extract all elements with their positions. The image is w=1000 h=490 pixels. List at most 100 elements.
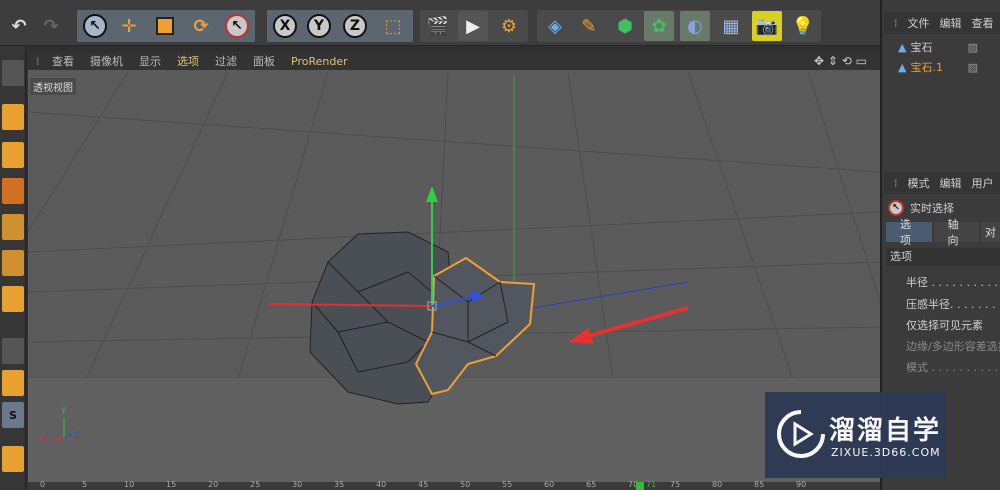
timeline-tick-label: 75 — [670, 480, 681, 489]
last-tool-button[interactable]: ↖ — [222, 11, 252, 41]
timeline-tick-label: 0 — [40, 480, 46, 489]
timeline-tick-label: 10 — [124, 480, 135, 489]
points-mode-icon[interactable] — [2, 214, 24, 240]
tweak-mode-icon[interactable] — [2, 370, 24, 396]
grip-icon: ⁞ — [894, 16, 898, 30]
object-name[interactable]: 宝石.1 — [910, 59, 943, 75]
prop-radius[interactable]: 半径 . . . . . . . . . . — [906, 274, 998, 290]
timeline-tick-label: 55 — [502, 480, 513, 489]
timeline-tick-label: 80 — [712, 480, 723, 489]
timeline-tick-label: 50 — [460, 480, 471, 489]
pen-spline-icon[interactable]: ✎ — [574, 11, 604, 41]
object-visibility-icon[interactable]: ▨ — [968, 41, 978, 54]
watermark-logo: 溜溜自学 ZIXUE.3D66.COM — [765, 392, 945, 478]
object-type-icon: ▲ — [898, 40, 907, 54]
y-axis-lock-button[interactable]: Y — [304, 11, 334, 41]
make-editable-icon[interactable] — [2, 60, 24, 86]
object-visibility-icon[interactable]: ▨ — [968, 61, 978, 74]
menu-panel[interactable]: 面板 — [245, 53, 283, 69]
z-axis-label: Z — [343, 14, 367, 38]
x-axis-label: X — [273, 14, 297, 38]
tab-axis[interactable]: 轴向 — [933, 218, 979, 247]
timeline-tick-label: 35 — [334, 480, 345, 489]
tab-more[interactable]: 对 — [981, 222, 1000, 242]
undo-icon[interactable]: ↶ — [4, 11, 34, 41]
y-axis-label: Y — [307, 14, 331, 38]
timeline-tick-label: 90 — [796, 480, 807, 489]
viewport-menu-bar: ⁞ 查看 摄像机 显示 选项 过滤 面板 ProRender — [28, 52, 880, 70]
om-menu-file[interactable]: 文件 — [908, 15, 930, 31]
timeline-ruler[interactable]: 0 5 10 15 20 25 30 35 40 45 50 55 60 65 70 75 80 85 90 71 — [28, 480, 880, 490]
grip-icon: ⁞ — [36, 54, 40, 68]
am-menu-mode[interactable]: 模式 — [908, 175, 930, 191]
axis-indicator-z-label: Z — [74, 431, 80, 441]
light-icon[interactable]: 💡 — [788, 11, 818, 41]
live-selection-icon: ↖ — [888, 200, 904, 216]
magnet-icon[interactable] — [2, 446, 24, 472]
perspective-viewport[interactable]: Y X Z — [28, 52, 880, 482]
snap-icon[interactable]: S — [2, 402, 24, 428]
polygons-mode-icon[interactable] — [2, 286, 24, 312]
subdivision-surface-icon[interactable]: ⬢ — [610, 11, 640, 41]
camera-icon[interactable]: 📷 — [752, 11, 782, 41]
render-view-icon[interactable]: 🎬 — [423, 11, 453, 41]
prop-mode[interactable]: 模式 . . . . . . . . . . — [906, 359, 998, 375]
tool-header: ↖ 实时选择 — [888, 200, 954, 216]
current-frame-label: 71 — [646, 480, 657, 489]
menu-view[interactable]: 查看 — [44, 53, 82, 69]
object-row-selected[interactable]: ▲ 宝石.1 ▨ — [886, 58, 998, 76]
timeline-tick-label: 30 — [292, 480, 303, 489]
prop-pressure-radius[interactable]: 压感半径. . . . . . . . — [906, 296, 1000, 312]
deformer-icon[interactable]: ◐ — [680, 11, 710, 41]
timeline-tick-label: 25 — [250, 480, 261, 489]
coordinate-system-icon[interactable]: ⬚ — [378, 11, 408, 41]
timeline-ticks: 0 5 10 15 20 25 30 35 40 45 50 55 60 65 70 75 80 85 90 71 — [28, 480, 880, 490]
timeline-tick-label: 45 — [418, 480, 429, 489]
menu-prorender[interactable]: ProRender — [283, 55, 356, 68]
timeline-tick-label: 5 — [82, 480, 88, 489]
om-menu-view[interactable]: 查看 — [972, 15, 994, 31]
attribute-manager-menu: ⁞ 模式 编辑 用户 — [884, 172, 1000, 194]
current-frame-marker[interactable] — [636, 482, 644, 490]
model-mode-icon[interactable] — [2, 104, 24, 130]
z-axis-lock-button[interactable]: Z — [340, 11, 370, 41]
timeline-tick-label: 85 — [754, 480, 765, 489]
x-axis-lock-button[interactable]: X — [270, 11, 300, 41]
prop-only-visible[interactable]: 仅选择可见元素 — [906, 317, 983, 333]
om-menu-edit[interactable]: 编辑 — [940, 15, 962, 31]
scale-tool-icon[interactable] — [150, 11, 180, 41]
am-menu-user[interactable]: 用户 — [972, 175, 994, 191]
object-name[interactable]: 宝石 — [910, 39, 932, 55]
object-row[interactable]: ▲ 宝石 ▨ — [886, 38, 998, 56]
workplane-icon[interactable] — [2, 178, 24, 204]
am-menu-edit[interactable]: 编辑 — [940, 175, 962, 191]
timeline-tick-label: 15 — [166, 480, 177, 489]
tab-options[interactable]: 选项 — [886, 218, 932, 247]
render-picture-viewer-icon[interactable]: ▶ — [458, 11, 488, 41]
floor-icon[interactable]: ▦ — [716, 11, 746, 41]
redo-icon[interactable]: ↷ — [36, 11, 66, 41]
viewport-label: 透视视图 — [30, 78, 76, 95]
timeline-tick-label: 65 — [586, 480, 597, 489]
axis-mode-icon[interactable] — [2, 338, 24, 364]
viewport-navigation-icons[interactable]: ✥ ⇕ ⟲ ▭ — [814, 54, 867, 68]
grip-icon: ⁞ — [894, 176, 898, 190]
object-manager-menu: ⁞ 文件 编辑 查看 — [884, 12, 1000, 34]
rotate-tool-icon[interactable]: ⟳ — [186, 11, 216, 41]
menu-filter[interactable]: 过滤 — [207, 53, 245, 69]
menu-display[interactable]: 显示 — [131, 53, 169, 69]
timeline-tick-label: 40 — [376, 480, 387, 489]
axis-indicator-x-label: X — [38, 435, 44, 445]
render-settings-icon[interactable]: ⚙ — [494, 11, 524, 41]
menu-options[interactable]: 选项 — [169, 53, 207, 69]
edges-mode-icon[interactable] — [2, 250, 24, 276]
select-tool-button[interactable]: ↖ — [80, 11, 110, 41]
attribute-tabs: 选项 轴向 对 — [886, 218, 1000, 247]
menu-camera[interactable]: 摄像机 — [82, 53, 131, 69]
cube-icon[interactable]: ◈ — [540, 11, 570, 41]
cloner-icon[interactable]: ✿ — [644, 11, 674, 41]
prop-tolerant-select[interactable]: 边缘/多边形容差选择 — [906, 338, 1000, 354]
section-header: 选项 — [886, 248, 1000, 266]
texture-mode-icon[interactable] — [2, 142, 24, 168]
move-tool-icon[interactable]: ✛ — [114, 11, 144, 41]
